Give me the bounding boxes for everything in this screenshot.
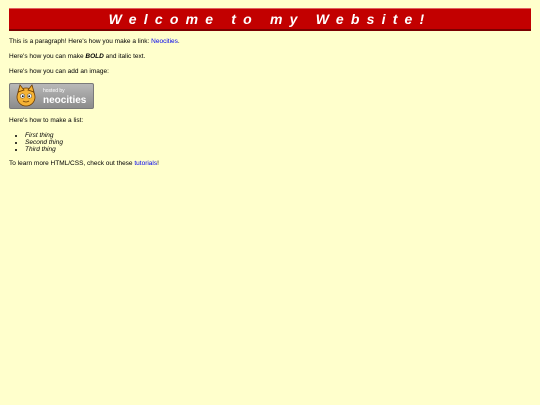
tutorials-paragraph: To learn more HTML/CSS, check out these … — [9, 160, 531, 168]
page-title: Welcome to my Website! — [108, 11, 432, 27]
image-paragraph: Here's how you can add an image: — [9, 68, 109, 75]
list-item: Second thing — [25, 139, 531, 146]
example-list: First thing Second thing Third thing — [9, 132, 531, 153]
intro-paragraph: This is a paragraph! Here's how you make… — [9, 38, 531, 46]
list-paragraph: Here's how to make a list: — [9, 117, 84, 124]
neocities-cat-logo-icon — [16, 84, 36, 107]
intro-text: This is a paragraph! Here's how you make… — [9, 38, 152, 45]
neocities-link[interactable]: Neocities — [151, 38, 178, 45]
badge-text: hosted by neocities — [43, 87, 87, 106]
badge-big-text: neocities — [43, 95, 87, 106]
intro-period: . — [177, 38, 180, 45]
page: Welcome to my Website! This is a paragra… — [0, 0, 540, 168]
bold-text: BOLD — [85, 53, 104, 60]
bold-paragraph: Here's how you can make BOLD and italic … — [9, 53, 531, 61]
tutorials-end-text: ! — [157, 160, 159, 167]
tutorials-link[interactable]: tutorials — [134, 160, 157, 167]
list-item: Third thing — [25, 146, 531, 153]
header-banner: Welcome to my Website! — [9, 8, 531, 31]
tutorials-pre-text: To learn more HTML/CSS, check out these — [9, 160, 135, 167]
list-item: First thing — [25, 132, 531, 139]
bold-pre-text: Here's how you can make — [9, 53, 86, 60]
bold-post-text: and italic text. — [103, 53, 146, 60]
neocities-badge-image: hosted by neocities — [9, 83, 94, 109]
